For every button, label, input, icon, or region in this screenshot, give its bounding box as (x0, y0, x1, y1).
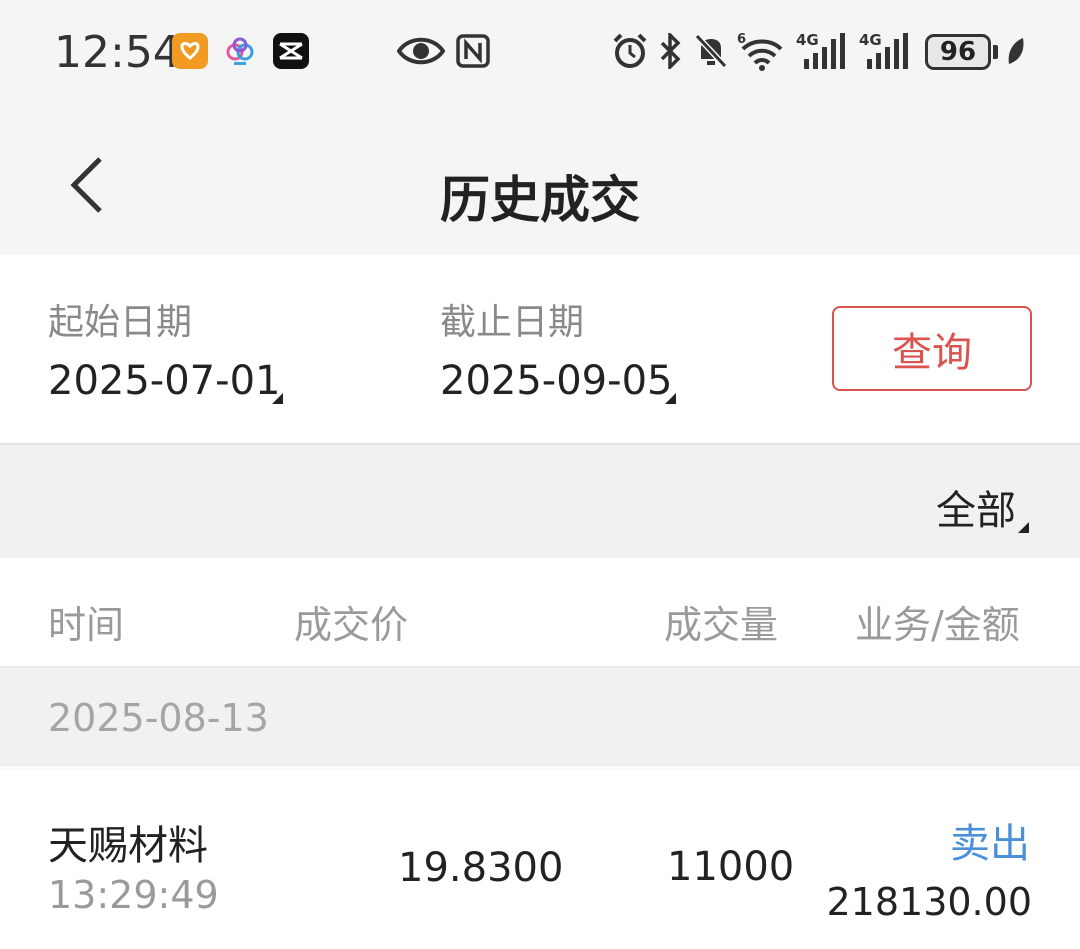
column-volume: 成交量 (664, 603, 779, 647)
column-price: 成交价 (294, 603, 409, 647)
status-bar: 12:54 6 4G 4G 96 (0, 0, 1080, 105)
status-time: 12:54 (54, 27, 181, 78)
signal-4g-icon: 4G (796, 30, 850, 72)
battery-indicator: 96 (925, 34, 991, 70)
battery-tip (993, 45, 998, 59)
eye-icon (397, 34, 445, 68)
start-date-picker[interactable]: 2025-07-01 (48, 358, 280, 404)
type-dropdown-icon (1018, 522, 1029, 533)
end-date-dropdown-icon (665, 393, 676, 404)
trade-time: 13:29:49 (48, 873, 219, 917)
end-date-label: 截止日期 (440, 302, 585, 343)
wifi-icon: 6 (737, 30, 787, 72)
svg-text:6: 6 (737, 32, 746, 47)
capcut-icon (273, 33, 309, 69)
bluetooth-icon (657, 30, 685, 72)
trade-price: 19.8300 (398, 845, 564, 891)
column-business-amount: 业务/金额 (855, 603, 1020, 647)
trade-side: 卖出 (950, 821, 1030, 867)
mute-bell-icon (693, 30, 729, 72)
query-button[interactable]: 查询 (832, 306, 1032, 391)
start-date-dropdown-icon (272, 393, 283, 404)
type-filter-select[interactable]: 全部 (936, 478, 1016, 536)
nfc-icon (455, 33, 491, 69)
trade-amount: 218130.00 (826, 880, 1033, 924)
nav-bar: 历史成交 (0, 105, 1080, 255)
app-notification-icon (172, 33, 208, 69)
table-row[interactable]: 天赐材料 13:29:49 19.8300 11000 卖出 218130.00 (0, 770, 1080, 949)
group-date: 2025-08-13 (48, 696, 269, 740)
svg-text:4G: 4G (796, 31, 819, 49)
column-time: 时间 (48, 603, 125, 647)
stock-name: 天赐材料 (48, 823, 208, 869)
date-filter: 起始日期 2025-07-01 截止日期 2025-09-05 查询 (0, 255, 1080, 443)
trade-volume: 11000 (667, 844, 795, 890)
alarm-icon (610, 30, 650, 72)
leaf-icon (1004, 30, 1028, 72)
start-date-label: 起始日期 (48, 302, 193, 343)
svg-text:4G: 4G (859, 31, 882, 49)
end-date-picker[interactable]: 2025-09-05 (440, 358, 672, 404)
page-title: 历史成交 (440, 171, 640, 229)
cloud-app-icon (222, 33, 258, 69)
table-header: 时间 成交价 成交量 业务/金额 (0, 558, 1080, 668)
type-filter-bar: 全部 (0, 445, 1080, 558)
date-group-header: 2025-08-13 (0, 668, 1080, 764)
signal-4g-icon-2: 4G (859, 30, 913, 72)
